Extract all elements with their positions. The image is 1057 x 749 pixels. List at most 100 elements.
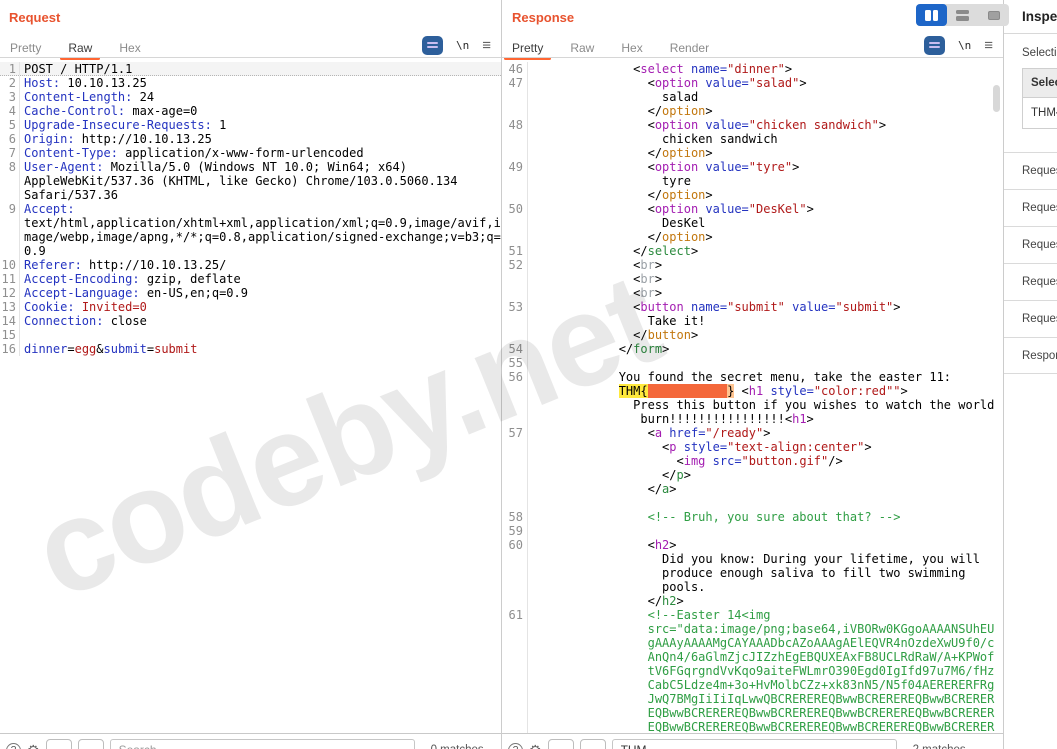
line-number — [502, 272, 528, 286]
line-number — [502, 440, 528, 454]
response-scrollbar-thumb[interactable] — [993, 85, 1000, 112]
line-number: 13 — [0, 300, 20, 314]
inspector-section-request-headers[interactable]: Request headers — [1004, 300, 1057, 337]
next-match-button[interactable]: → — [77, 739, 104, 749]
inspector-section-response-headers[interactable]: Response headers — [1004, 337, 1057, 374]
line-number: 4 — [0, 104, 20, 118]
search-input[interactable] — [611, 739, 897, 749]
line-number: 54 — [502, 342, 528, 356]
match-count: 2 matches — [913, 744, 966, 749]
code-line: 51 </select> — [502, 244, 1003, 258]
response-panel: Response Pretty Raw Hex Render \n ≡ 46 <sel… — [502, 0, 1004, 749]
tab-pretty[interactable]: Pretty — [10, 41, 41, 55]
line-number — [502, 678, 528, 692]
code-line: 49 <option value="tyre"> — [502, 160, 1003, 174]
code-line: 48 <option value="chicken sandwich"> — [502, 118, 1003, 132]
newline-toggle-icon[interactable]: \n — [958, 39, 971, 52]
response-title: Response — [512, 10, 575, 25]
request-editor[interactable]: 1 POST / HTTP/1.1 2 Host: 10.10.13.25 3 Conte… — [0, 58, 501, 737]
tab-hex[interactable]: Hex — [621, 41, 642, 55]
tab-pretty[interactable]: Pretty — [503, 41, 552, 60]
line-number — [502, 706, 528, 720]
newline-toggle-icon[interactable]: \n — [456, 39, 469, 52]
line-number: 59 — [502, 524, 528, 538]
line-number — [502, 230, 528, 244]
tab-raw[interactable]: Raw — [570, 41, 594, 55]
code-line: pools. — [502, 580, 1003, 594]
selected-text-header: Selected text — [1023, 69, 1057, 98]
line-number: 1 — [0, 62, 20, 76]
next-match-button[interactable]: → — [579, 739, 606, 749]
layout-single-button[interactable] — [978, 4, 1009, 26]
code-line: 13 Cookie: Invited=0 — [0, 300, 147, 314]
code-line: text/html,application/xhtml+xml,applicat… — [0, 216, 501, 230]
code-line: 59 — [502, 524, 1003, 538]
line-number — [502, 384, 528, 398]
inspector-section-request-attributes[interactable]: Request attributes — [1004, 152, 1057, 189]
pretty-print-icon[interactable] — [923, 35, 945, 55]
inspector-section-request-cookies[interactable]: Request cookies — [1004, 263, 1057, 300]
editor-menu-icon[interactable]: ≡ — [984, 38, 993, 53]
line-number: 52 — [502, 258, 528, 272]
request-search-bar: ? ⚙ ← → 0 matches — [0, 733, 501, 749]
code-line: 2 Host: 10.10.13.25 — [0, 76, 501, 90]
line-number — [0, 188, 20, 202]
code-line: 15 — [0, 328, 501, 342]
editor-menu-icon[interactable]: ≡ — [482, 38, 491, 53]
line-number: 16 — [0, 342, 20, 356]
code-line: </a> — [502, 482, 1003, 496]
help-icon[interactable]: ? — [6, 742, 21, 749]
help-icon[interactable]: ? — [508, 742, 523, 749]
code-line: 61 <!--Easter 14<img — [502, 608, 1003, 622]
code-line: 3 Content-Length: 24 — [0, 90, 501, 104]
code-line: </option> — [502, 104, 1003, 118]
code-line: 55 — [502, 356, 1003, 370]
line-number — [502, 580, 528, 594]
inspector-section-request-body-parameters[interactable]: Request body parameters — [1004, 226, 1057, 263]
line-number — [502, 692, 528, 706]
tab-render[interactable]: Render — [670, 41, 709, 55]
line-number — [502, 482, 528, 496]
line-number: 60 — [502, 538, 528, 552]
line-number — [502, 286, 528, 300]
code-line: 14 Connection: close — [1, 314, 147, 328]
response-editor-icons: \n ≡ — [923, 35, 993, 55]
code-line: 16 dinner=egg&submit=submit — [0, 342, 198, 356]
inspector-section-request-query-parameters[interactable]: Request query parameters — [1004, 189, 1057, 226]
code-line: chicken sandwich — [502, 132, 1003, 146]
code-line: 11 Accept-Encoding: gzip, deflate — [1, 272, 241, 286]
code-line: mage/webp,image/apng,*/*;q=0.8,applicati… — [0, 230, 501, 244]
code-line: </button> — [502, 328, 1003, 342]
code-line: 46 <select name="dinner"> — [502, 62, 1003, 76]
code-line: EQBwwBCREREREQBwwBCREREREQBwwBCREREREQBw… — [502, 720, 1003, 734]
layout-columns-button[interactable] — [916, 4, 947, 26]
line-number: 58 — [502, 510, 528, 524]
code-line: <p style="text-align:center"> — [502, 440, 1003, 454]
line-number — [502, 314, 528, 328]
line-number — [502, 650, 528, 664]
pretty-print-icon[interactable] — [421, 35, 443, 55]
prev-match-button[interactable]: ← — [45, 739, 72, 749]
line-number: 50 — [502, 202, 528, 216]
response-editor[interactable]: 46 <select name="dinner"> 47 <option valu… — [502, 58, 1003, 737]
code-line: 58 <!-- Bruh, you sure about that? --> — [502, 510, 1003, 524]
line-number — [502, 622, 528, 636]
line-number: 46 — [502, 62, 528, 76]
tab-hex[interactable]: Hex — [119, 41, 140, 55]
prev-match-button[interactable]: ← — [547, 739, 574, 749]
code-line: 9 Accept: — [0, 202, 501, 216]
request-editor-icons: \n ≡ — [421, 35, 491, 55]
line-number — [502, 132, 528, 146]
search-settings-gear-icon[interactable]: ⚙ — [529, 742, 542, 749]
code-line: AnQn4/6aGlmZjcJIZzhEgEBQUXEAxFB8UCLRdRaW… — [502, 650, 1003, 664]
line-number — [502, 174, 528, 188]
code-line: CabC5Ldze4m+3o+HvMolbCZz+xk83nN5/N5f04AE… — [502, 678, 1003, 692]
code-line: 56 You found the secret menu, take the e… — [502, 370, 1003, 384]
search-settings-gear-icon[interactable]: ⚙ — [27, 742, 40, 749]
layout-rows-button[interactable] — [947, 4, 978, 26]
search-input[interactable] — [109, 739, 415, 749]
inspector-title: Inspector — [1022, 9, 1057, 24]
line-number — [502, 412, 528, 426]
code-line — [502, 496, 1003, 510]
tab-raw[interactable]: Raw — [60, 41, 101, 60]
